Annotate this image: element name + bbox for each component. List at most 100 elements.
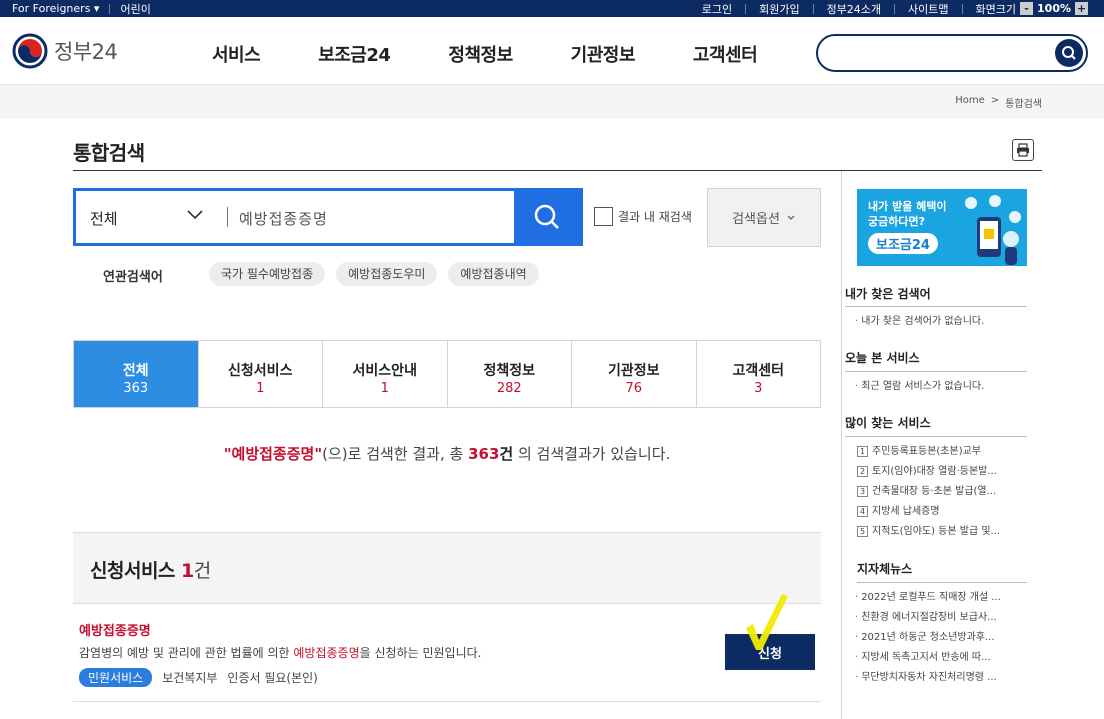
nav-customer-center[interactable]: 고객센터 bbox=[693, 41, 758, 67]
result-count: 363 bbox=[468, 445, 500, 463]
related-keywords-label: 연관검색어 bbox=[103, 270, 163, 285]
tab-all[interactable]: 전체 363 bbox=[74, 341, 199, 407]
login-link[interactable]: 로그인 bbox=[702, 1, 732, 17]
section-count: 1 bbox=[181, 560, 194, 582]
for-foreigners-link[interactable]: For Foreigners ▾ bbox=[12, 2, 99, 15]
divider bbox=[812, 3, 814, 14]
popular-services-title: 많이 찾는 서비스 bbox=[845, 416, 931, 430]
news-label: 2021년 하동군 청소년방과후... bbox=[861, 632, 995, 643]
related-keyword-chip[interactable]: 예방접종도우미 bbox=[336, 262, 438, 286]
rank-number: 2 bbox=[857, 465, 868, 477]
desc-text: 감염병의 예방 및 관리에 관한 법률에 의한 bbox=[79, 646, 294, 660]
tab-label: 서비스안내 bbox=[352, 363, 417, 379]
related-keyword-chip[interactable]: 국가 필수예방접종 bbox=[209, 262, 326, 286]
list-item: · 내가 찾은 검색어가 없습니다. bbox=[855, 312, 1030, 332]
service-title-link[interactable]: 예방접종증명 bbox=[79, 620, 151, 639]
popular-service-label: 주민등록표등본(초본)교부 bbox=[872, 446, 982, 457]
join-link[interactable]: 회원가입 bbox=[759, 1, 799, 17]
phone-illustration-icon bbox=[965, 195, 1021, 265]
today-viewed-title: 오늘 본 서비스 bbox=[845, 351, 920, 365]
rank-number: 1 bbox=[857, 445, 868, 457]
tab-count: 1 bbox=[380, 381, 389, 396]
tab-count: 282 bbox=[496, 381, 522, 396]
tab-customer-center[interactable]: 고객센터 3 bbox=[696, 341, 820, 407]
checkmark-annotation-icon bbox=[746, 594, 788, 650]
bullet-icon: · bbox=[855, 652, 859, 663]
section-title: 신청서비스 1건 bbox=[90, 556, 211, 583]
nav-services[interactable]: 서비스 bbox=[212, 41, 261, 67]
recheck-checkbox[interactable] bbox=[594, 207, 613, 226]
news-item[interactable]: · 무단방치자동차 자진처리명령 ... bbox=[855, 668, 1030, 688]
header-search-input[interactable] bbox=[816, 34, 1088, 72]
list-item: · 최근 열람 서비스가 없습니다. bbox=[855, 377, 1030, 397]
nav-policy[interactable]: 정책정보 bbox=[448, 41, 513, 67]
news-item[interactable]: · 친환경 에너지절감장비 보급사... bbox=[855, 608, 1030, 628]
service-description: 감염병의 예방 및 관리에 관한 법률에 의한 예방접종증명을 신청하는 민원입… bbox=[79, 644, 482, 661]
breadcrumb-separator: > bbox=[990, 95, 1000, 106]
banner-pill: 보조금24 bbox=[868, 233, 938, 254]
popular-service-label: 지적도(임야도) 등본 발급 및... bbox=[872, 526, 1001, 537]
zoom-in-button[interactable]: + bbox=[1075, 2, 1088, 15]
bullet-icon: · bbox=[855, 316, 859, 327]
result-keyword: "예방접종증명" bbox=[223, 445, 323, 463]
breadcrumb-home[interactable]: Home bbox=[955, 95, 985, 110]
printer-icon bbox=[1017, 143, 1029, 157]
popular-service-item[interactable]: 4 지방세 납세증명 bbox=[857, 502, 1032, 522]
result-tabs: 전체 363 신청서비스 1 서비스안내 1 정책정보 282 기관정보 76 … bbox=[73, 340, 821, 408]
popular-service-label: 지방세 납세증명 bbox=[872, 506, 940, 517]
service-requirement: 인증서 필요(본인) bbox=[227, 671, 318, 685]
breadcrumb: Home > 통합검색 bbox=[955, 95, 1042, 110]
subsidy24-banner[interactable]: 내가 받을 혜택이 궁금하다면? 보조금24 bbox=[857, 189, 1027, 266]
bullet-icon: · bbox=[855, 381, 859, 392]
popular-service-item[interactable]: 2 토지(임야)대장 열람·등본발... bbox=[857, 462, 1032, 482]
related-keyword-chip[interactable]: 예방접종내역 bbox=[448, 262, 539, 286]
divider bbox=[109, 3, 111, 14]
divider bbox=[845, 436, 1027, 437]
main-nav: 서비스 보조금24 정책정보 기관정보 고객센터 bbox=[212, 41, 815, 67]
tab-application-services[interactable]: 신청서비스 1 bbox=[198, 341, 323, 407]
popular-service-item[interactable]: 1 주민등록표등본(초본)교부 bbox=[857, 442, 1032, 462]
local-news-list: · 2022년 로컬푸드 직매장 개설 ... · 친환경 에너지절감장비 보급사.… bbox=[855, 588, 1030, 688]
sidebar-divider bbox=[841, 171, 842, 719]
news-item[interactable]: · 2021년 하동군 청소년방과후... bbox=[855, 628, 1030, 648]
intro-link[interactable]: 정부24소개 bbox=[827, 1, 881, 17]
search-input[interactable]: 예방접종증명 bbox=[239, 208, 328, 229]
tab-label: 신청서비스 bbox=[228, 363, 293, 379]
search-options-button[interactable]: 검색옵션 bbox=[707, 188, 821, 247]
nav-agency[interactable]: 기관정보 bbox=[571, 41, 636, 67]
tab-agency-info[interactable]: 기관정보 76 bbox=[572, 341, 697, 407]
news-item[interactable]: · 지방세 독촉고지서 반송에 따... bbox=[855, 648, 1030, 668]
banner-text: 내가 받을 혜택이 궁금하다면? bbox=[868, 199, 947, 229]
recheck-option[interactable]: 결과 내 재검색 bbox=[594, 207, 692, 226]
logo[interactable]: 정부24 bbox=[12, 33, 118, 69]
category-select[interactable]: 전체 bbox=[90, 208, 118, 229]
search-button[interactable] bbox=[514, 191, 580, 243]
bullet-icon: · bbox=[855, 672, 859, 683]
tab-count: 76 bbox=[625, 381, 643, 396]
nav-subsidy24[interactable]: 보조금24 bbox=[318, 41, 391, 67]
recheck-label: 결과 내 재검색 bbox=[618, 210, 692, 224]
sitemap-link[interactable]: 사이트맵 bbox=[908, 1, 948, 17]
header-search-button[interactable] bbox=[1055, 39, 1083, 67]
utility-bar: For Foreigners ▾ 어린이 로그인 회원가입 정부24소개 사이트… bbox=[0, 0, 1104, 17]
zoom-out-button[interactable]: - bbox=[1020, 2, 1034, 15]
news-label: 무단방치자동차 자진처리명령 ... bbox=[861, 672, 997, 683]
result-unit: 건 bbox=[499, 445, 514, 463]
zoom-label: 화면크기 bbox=[975, 2, 1017, 16]
popular-service-label: 토지(임야)대장 열람·등본발... bbox=[872, 466, 997, 477]
divider bbox=[845, 306, 1027, 307]
print-button[interactable] bbox=[1012, 139, 1034, 161]
kids-link[interactable]: 어린이 bbox=[120, 1, 150, 17]
news-item[interactable]: · 2022년 로컬푸드 직매장 개설 ... bbox=[855, 588, 1030, 608]
chevron-down-icon[interactable] bbox=[186, 205, 204, 223]
search-options-label: 검색옵션 bbox=[732, 212, 780, 227]
divider bbox=[857, 582, 1027, 583]
search-icon bbox=[534, 204, 559, 229]
result-summary: "예방접종증명"(으)로 검색한 결과, 총 363건 의 검색결과가 있습니다… bbox=[73, 443, 821, 464]
popular-service-item[interactable]: 5 지적도(임야도) 등본 발급 및... bbox=[857, 522, 1032, 542]
section-title-text: 신청서비스 bbox=[90, 560, 182, 582]
tab-policy-info[interactable]: 정책정보 282 bbox=[447, 341, 572, 407]
site-header: 정부24 서비스 보조금24 정책정보 기관정보 고객센터 bbox=[0, 17, 1104, 85]
popular-service-item[interactable]: 3 건축물대장 등·초본 발급(열... bbox=[857, 482, 1032, 502]
tab-service-guide[interactable]: 서비스안내 1 bbox=[323, 341, 448, 407]
